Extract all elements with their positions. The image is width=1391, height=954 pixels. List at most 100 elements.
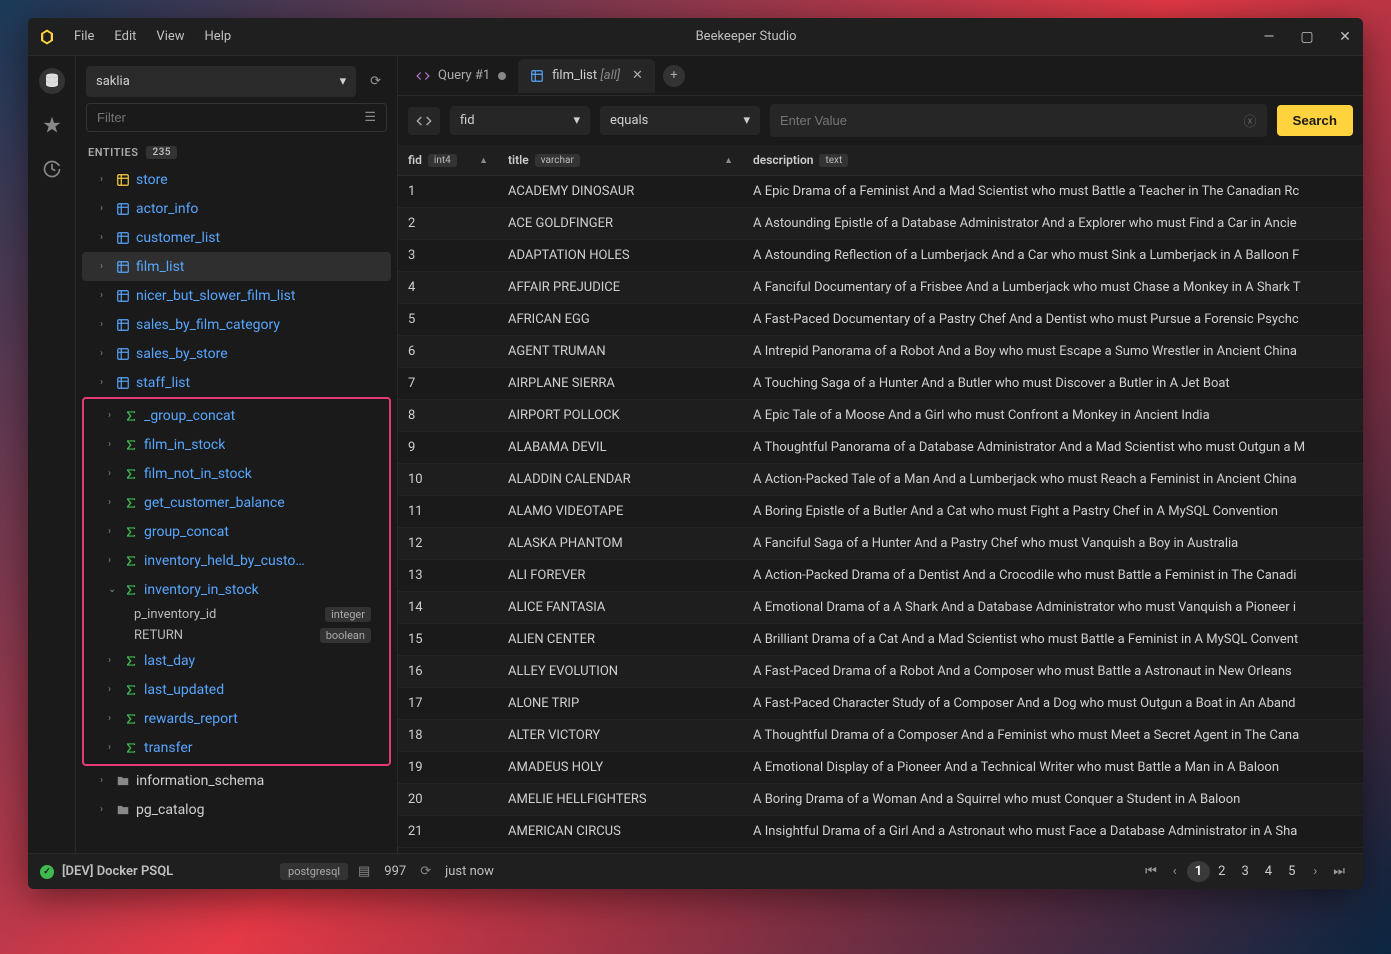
sidebar-item-sales_by_film_category[interactable]: ›sales_by_film_category (76, 310, 397, 339)
clear-icon[interactable]: ⓧ (1244, 111, 1257, 130)
filter-operator-select[interactable]: equals ▾ (600, 106, 760, 135)
cell-fid: 5 (398, 306, 498, 333)
table-row[interactable]: 14ALICE FANTASIAA Emotional Drama of a A… (398, 592, 1363, 624)
sort-icon[interactable]: ▲ (724, 155, 733, 166)
table-row[interactable]: 8AIRPORT POLLOCKA Epic Tale of a Moose A… (398, 400, 1363, 432)
tab-query-#1[interactable]: Query #1 (404, 59, 518, 93)
sidebar-item-information_schema[interactable]: ›information_schema (76, 766, 397, 795)
table-row[interactable]: 19AMADEUS HOLYA Emotional Display of a P… (398, 752, 1363, 784)
sidebar-item-nicer_but_slower_film_list[interactable]: ›nicer_but_slower_film_list (76, 281, 397, 310)
sidebar-item-_group_concat[interactable]: ›_group_concat (84, 401, 389, 430)
table-row[interactable]: 21AMERICAN CIRCUSA Insightful Drama of a… (398, 816, 1363, 848)
star-icon[interactable] (39, 112, 65, 138)
table-row[interactable]: 3ADAPTATION HOLESA Astounding Reflection… (398, 240, 1363, 272)
filter-column-select[interactable]: fid ▾ (450, 106, 590, 135)
sidebar-item-inventory_in_stock[interactable]: ⌄inventory_in_stock (84, 575, 389, 604)
page-2[interactable]: 2 (1210, 861, 1233, 882)
page-last-icon[interactable]: ⏭ (1327, 861, 1351, 882)
page-first-icon[interactable]: ⏮ (1139, 861, 1163, 882)
refresh-icon[interactable]: ⟳ (364, 68, 387, 95)
tab-film_list[interactable]: film_list [all]✕ (518, 59, 655, 93)
table-row[interactable]: 15ALIEN CENTERA Brilliant Drama of a Cat… (398, 624, 1363, 656)
main-panel: Query #1film_list [all]✕ + fid ▾ equals ▾… (398, 56, 1363, 853)
page-3[interactable]: 3 (1233, 861, 1256, 882)
tab-close-icon[interactable]: ✕ (632, 68, 643, 83)
filter-value-input[interactable]: ⓧ (770, 104, 1267, 137)
table-row[interactable]: 9ALABAMA DEVILA Thoughtful Panorama of a… (398, 432, 1363, 464)
entity-filter-input[interactable] (97, 110, 364, 125)
menu-view[interactable]: View (156, 29, 184, 44)
table-row[interactable]: 1ACADEMY DINOSAURA Epic Drama of a Femin… (398, 176, 1363, 208)
sidebar-item-actor_info[interactable]: ›actor_info (76, 194, 397, 223)
table-row[interactable]: 18ALTER VICTORYA Thoughtful Drama of a C… (398, 720, 1363, 752)
refresh-icon[interactable]: ⟳ (420, 864, 431, 879)
sidebar-item-film_list[interactable]: ›film_list (82, 252, 391, 281)
column-header-fid[interactable]: fidint4▲ (398, 145, 498, 175)
table-row[interactable]: 12ALASKA PHANTOMA Fanciful Saga of a Hun… (398, 528, 1363, 560)
entity-tree: ›store›actor_info›customer_list›film_lis… (76, 165, 397, 853)
entity-filter[interactable]: ☰ (86, 103, 387, 132)
sidebar-item-rewards_report[interactable]: ›rewards_report (84, 704, 389, 733)
cell-fid: 2 (398, 210, 498, 237)
maximize-icon[interactable]: ▢ (1299, 29, 1315, 45)
sidebar-item-inventory_held_by_custo…[interactable]: ›inventory_held_by_custo… (84, 546, 389, 575)
page-4[interactable]: 4 (1257, 861, 1280, 882)
table-row[interactable]: 4AFFAIR PREJUDICEA Fanciful Documentary … (398, 272, 1363, 304)
table-row[interactable]: 16ALLEY EVOLUTIONA Fast-Paced Drama of a… (398, 656, 1363, 688)
app-logo-icon (38, 28, 56, 46)
table-row[interactable]: 17ALONE TRIPA Fast-Paced Character Study… (398, 688, 1363, 720)
table-row[interactable]: 20AMELIE HELLFIGHTERSA Boring Drama of a… (398, 784, 1363, 816)
column-header-title[interactable]: titlevarchar▲ (498, 145, 743, 175)
sidebar-item-store[interactable]: ›store (76, 165, 397, 194)
table-row[interactable]: 13ALI FOREVERA Action-Packed Drama of a … (398, 560, 1363, 592)
filter-icon[interactable]: ☰ (364, 110, 376, 125)
code-toggle-icon[interactable] (408, 107, 440, 135)
search-button[interactable]: Search (1277, 105, 1353, 136)
table-row[interactable]: 5AFRICAN EGGA Fast-Paced Documentary of … (398, 304, 1363, 336)
sigma-icon (124, 467, 138, 481)
chevron-icon: › (108, 684, 118, 695)
minimize-icon[interactable]: — (1261, 29, 1277, 45)
sidebar-item-pg_catalog[interactable]: ›pg_catalog (76, 795, 397, 824)
connection-status-icon (40, 865, 54, 879)
sidebar-item-film_in_stock[interactable]: ›film_in_stock (84, 430, 389, 459)
database-selector[interactable]: saklia ▾ (86, 66, 356, 97)
page-5[interactable]: 5 (1280, 861, 1303, 882)
sidebar-item-sales_by_store[interactable]: ›sales_by_store (76, 339, 397, 368)
page-next-icon[interactable]: › (1307, 861, 1323, 882)
table-row[interactable]: 2ACE GOLDFINGERA Astounding Epistle of a… (398, 208, 1363, 240)
menu-help[interactable]: Help (205, 29, 232, 44)
data-table: fidint4▲titlevarchar▲descriptiontext 1AC… (398, 145, 1363, 853)
folder-icon (116, 774, 130, 788)
table-row[interactable]: 7AIRPLANE SIERRAA Touching Saga of a Hun… (398, 368, 1363, 400)
app-body: saklia ▾ ⟳ ☰ ENTITIES 235 ›store›actor_i… (28, 56, 1363, 853)
page-prev-icon[interactable]: ‹ (1167, 861, 1183, 882)
table-row[interactable]: 11ALAMO VIDEOTAPEA Boring Epistle of a B… (398, 496, 1363, 528)
close-icon[interactable]: ✕ (1337, 29, 1353, 45)
cell-description: A Insightful Drama of a Girl And a Astro… (743, 818, 1363, 845)
menu-edit[interactable]: Edit (114, 29, 136, 44)
chevron-right-icon: › (100, 348, 110, 359)
sidebar-item-get_customer_balance[interactable]: ›get_customer_balance (84, 488, 389, 517)
sidebar-item-transfer[interactable]: ›transfer (84, 733, 389, 762)
cell-fid: 12 (398, 530, 498, 557)
page-1[interactable]: 1 (1187, 861, 1210, 882)
sidebar-item-customer_list[interactable]: ›customer_list (76, 223, 397, 252)
add-tab-button[interactable]: + (663, 65, 685, 87)
sidebar-item-staff_list[interactable]: ›staff_list (76, 368, 397, 397)
sidebar-item-film_not_in_stock[interactable]: ›film_not_in_stock (84, 459, 389, 488)
sidebar-item-last_updated[interactable]: ›last_updated (84, 675, 389, 704)
menu-file[interactable]: File (74, 29, 94, 44)
param-type: integer (325, 607, 371, 622)
sidebar-item-group_concat[interactable]: ›group_concat (84, 517, 389, 546)
filter-value-field[interactable] (780, 113, 1244, 128)
sidebar-item-label: film_list (136, 259, 184, 275)
sort-icon[interactable]: ▲ (479, 155, 488, 166)
column-header-description[interactable]: descriptiontext (743, 145, 1363, 175)
table-row[interactable]: 10ALADDIN CALENDARA Action-Packed Tale o… (398, 464, 1363, 496)
table-row[interactable]: 6AGENT TRUMANA Intrepid Panorama of a Ro… (398, 336, 1363, 368)
history-icon[interactable] (39, 156, 65, 182)
sidebar-item-last_day[interactable]: ›last_day (84, 646, 389, 675)
database-icon[interactable] (39, 68, 65, 94)
chevron-right-icon: › (100, 290, 110, 301)
